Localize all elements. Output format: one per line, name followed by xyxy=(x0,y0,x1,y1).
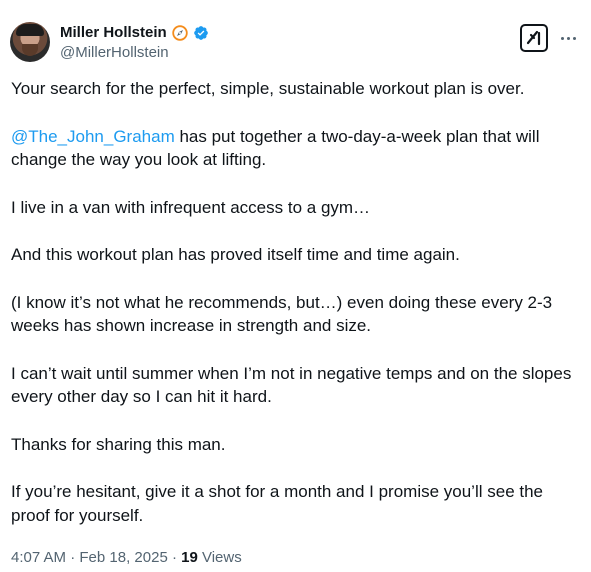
dot xyxy=(566,36,570,40)
tweet-card: Miller Hollstein @MillerHollstein Your s… xyxy=(0,0,591,572)
avatar-beard xyxy=(22,44,38,56)
tweet-paragraph-6: I can’t wait until summer when I’m not i… xyxy=(11,363,572,407)
tweet-paragraph-2: @The_John_Graham has put together a two-… xyxy=(11,125,581,172)
tweet-paragraph-7: Thanks for sharing this man. xyxy=(11,434,226,454)
tweet-paragraph-1: Your search for the perfect, simple, sus… xyxy=(11,79,525,98)
tweet-paragraph-4: And this workout plan has proved itself … xyxy=(11,245,460,264)
avatar[interactable] xyxy=(10,22,50,62)
meta-separator: · xyxy=(66,549,80,566)
verified-badge-icon[interactable] xyxy=(193,25,209,41)
avatar-hat xyxy=(16,24,44,36)
dot xyxy=(560,36,564,40)
meta-separator: · xyxy=(167,549,182,566)
author-name-row: Miller Hollstein xyxy=(60,24,209,42)
mention-link[interactable]: @The_John_Graham xyxy=(11,127,175,146)
compass-badge-icon[interactable] xyxy=(171,25,188,41)
author-display-name[interactable]: Miller Hollstein xyxy=(60,24,167,42)
author-handle[interactable]: @MillerHollstein xyxy=(60,44,169,62)
dot xyxy=(572,36,576,40)
tweet-paragraph-3: I live in a van with infrequent access t… xyxy=(11,197,371,217)
tweet-paragraph-8: If you’re hesitant, give it a shot for a… xyxy=(11,482,544,525)
views-count: 19 xyxy=(181,549,198,566)
tweet-text: Your search for the perfect, simple, sus… xyxy=(11,77,581,551)
tweet-date[interactable]: Feb 18, 2025 xyxy=(79,549,167,566)
grok-icon[interactable] xyxy=(520,24,548,52)
tweet-paragraph-5: (I know it’s not what he recommends, but… xyxy=(11,292,553,336)
tweet-time[interactable]: 4:07 AM xyxy=(11,549,66,566)
more-dots-icon[interactable] xyxy=(558,28,578,48)
tweet-meta: 4:07 AM · Feb 18, 2025 · 19 Views xyxy=(11,549,242,567)
views-label: Views xyxy=(197,549,242,566)
